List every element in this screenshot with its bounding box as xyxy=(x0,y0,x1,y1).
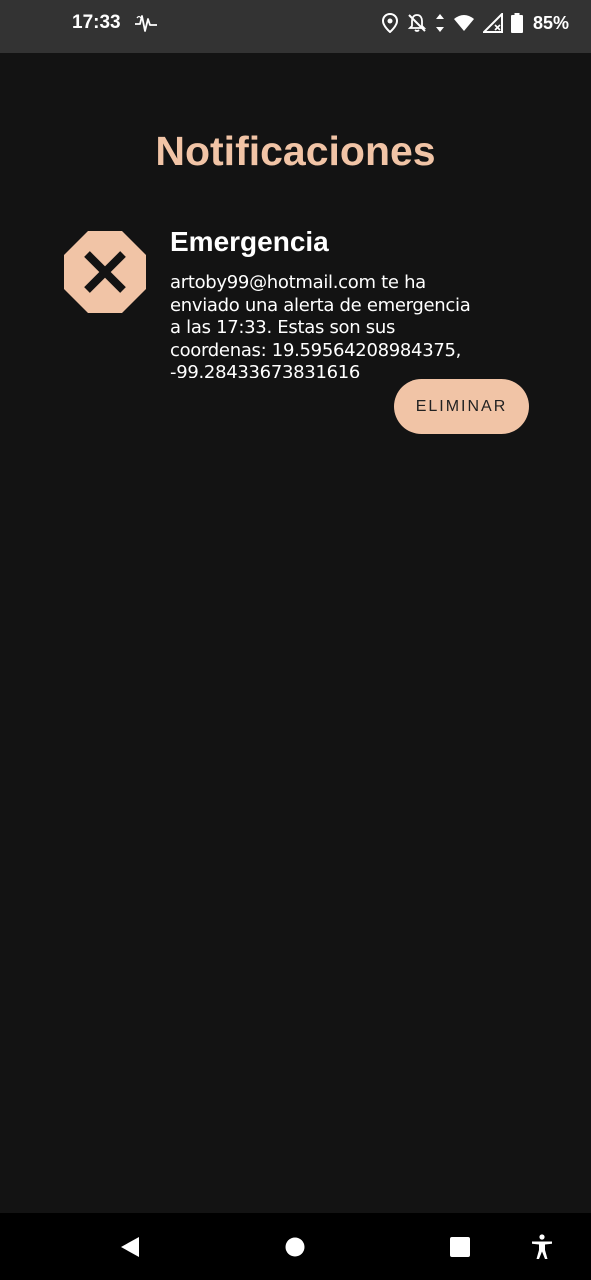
accessibility-button[interactable] xyxy=(522,1213,562,1280)
notifications-off-icon xyxy=(407,14,427,32)
notification-body: artoby99@hotmail.com te ha enviado una a… xyxy=(170,272,476,378)
status-time: 17:33 xyxy=(72,12,121,33)
accessibility-icon xyxy=(532,1233,552,1259)
home-button[interactable] xyxy=(275,1213,315,1280)
back-button[interactable] xyxy=(110,1213,150,1280)
recents-button[interactable] xyxy=(440,1213,480,1280)
pulse-icon xyxy=(135,15,157,32)
back-icon xyxy=(121,1236,139,1257)
navigation-bar xyxy=(0,1213,591,1280)
signal-icon xyxy=(482,13,503,33)
notification-title: Emergencia xyxy=(170,226,329,257)
wifi-icon xyxy=(453,15,474,31)
screen: 17:33 85% Notificaciones Emergencia arto… xyxy=(0,0,591,1280)
home-icon xyxy=(285,1237,305,1256)
delete-button[interactable]: ELIMINAR xyxy=(394,379,529,434)
status-icons: 85% xyxy=(381,12,569,34)
battery-icon xyxy=(510,13,523,33)
status-bar: 17:33 85% xyxy=(0,0,591,53)
location-icon xyxy=(381,13,398,33)
battery-percent: 85% xyxy=(532,12,569,33)
emergency-stop-icon xyxy=(64,231,146,313)
recents-icon xyxy=(450,1236,470,1257)
data-arrows-icon xyxy=(435,14,444,32)
page-title: Notificaciones xyxy=(155,128,436,174)
